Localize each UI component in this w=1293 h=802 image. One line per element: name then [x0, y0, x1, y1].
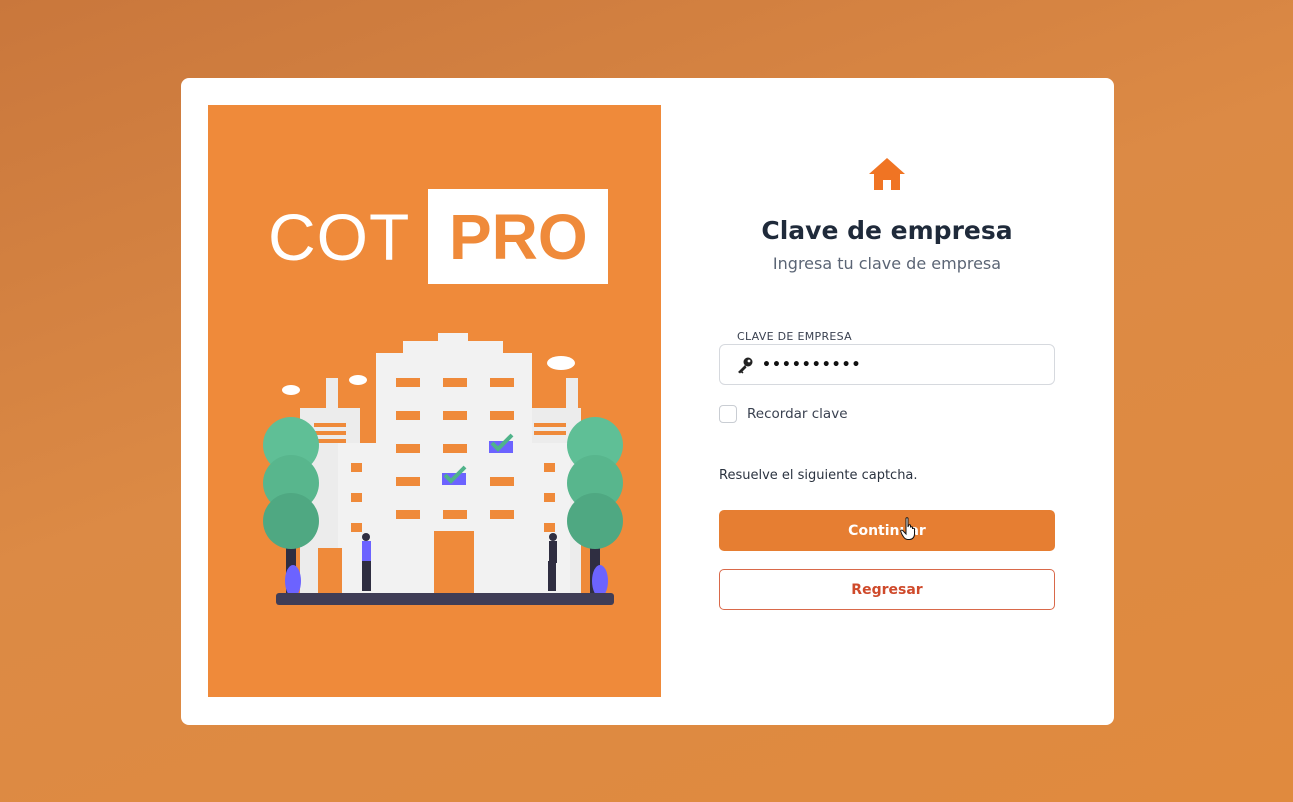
logo-text-pro: PRO	[448, 200, 588, 273]
page-subtitle: Ingresa tu clave de empresa	[772, 254, 1002, 273]
brand-logo: COT PRO	[268, 189, 609, 284]
remember-key-label: Recordar clave	[747, 406, 848, 422]
logo-text-cot: COT	[268, 199, 411, 274]
logo-pro-box: PRO	[428, 189, 609, 284]
remember-key-row[interactable]: Recordar clave	[719, 405, 848, 423]
page-title: Clave de empresa	[761, 216, 1013, 245]
company-key-input[interactable]: ••••••••••	[719, 344, 1055, 385]
captcha-instructions: Resuelve el siguiente captcha.	[719, 468, 918, 483]
login-form: Clave de empresa Ingresa tu clave de emp…	[719, 78, 1055, 725]
back-button[interactable]: Regresar	[719, 569, 1055, 610]
hand-cursor-icon	[900, 517, 915, 540]
home-icon	[869, 158, 905, 190]
remember-key-checkbox[interactable]	[719, 405, 737, 423]
login-card: COT PRO Clave de empresa Ingresa tu clav…	[181, 78, 1114, 725]
continue-button[interactable]: Continuar	[719, 510, 1055, 551]
illustration-panel: COT PRO	[208, 105, 661, 697]
company-key-label: CLAVE DE EMPRESA	[737, 330, 852, 343]
company-key-value: ••••••••••	[762, 356, 862, 373]
building-illustration	[263, 333, 623, 605]
key-icon	[738, 357, 753, 373]
